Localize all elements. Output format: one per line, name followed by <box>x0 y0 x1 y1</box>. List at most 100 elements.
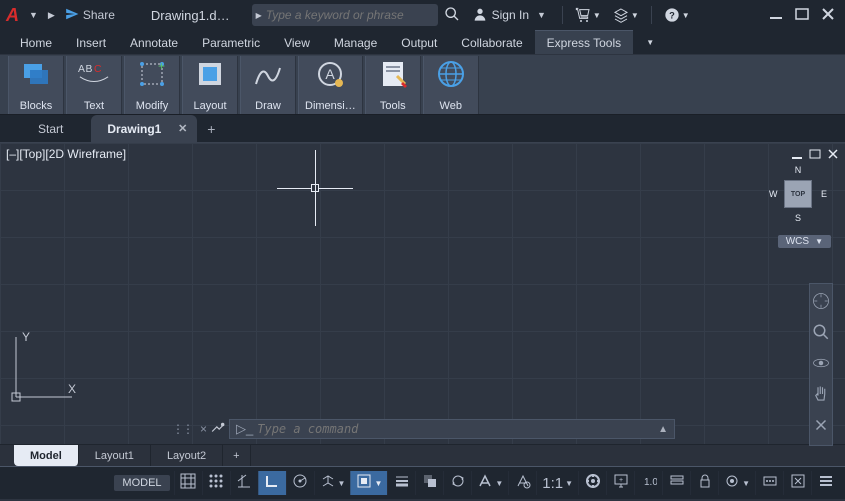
viewport-window-controls <box>791 147 839 163</box>
tab-annotate[interactable]: Annotate <box>118 30 190 54</box>
search-dropdown-icon[interactable]: ▶ <box>256 11 262 20</box>
tab-output[interactable]: Output <box>389 30 449 54</box>
tab-express-tools[interactable]: Express Tools <box>535 30 633 54</box>
cmdline-grip-icon[interactable]: ⋮⋮ <box>170 422 194 436</box>
app-logo[interactable]: A <box>4 5 25 26</box>
ribbon-panel-layout[interactable]: Layout <box>182 56 238 114</box>
zoom-icon[interactable] <box>812 323 830 344</box>
status-isolate-button[interactable]: ▼ <box>718 471 755 495</box>
layout-tab-model[interactable]: Model <box>14 445 79 466</box>
ribbon-panel-modify[interactable]: +Modify <box>124 56 180 114</box>
panel-label: Web <box>440 100 462 112</box>
qat-dropdown-icon[interactable]: ▼ <box>25 10 42 20</box>
share-button[interactable]: Share <box>59 5 121 26</box>
cmdline-history-icon[interactable]: ▲ <box>658 424 668 435</box>
ucs-icon[interactable]: Y X <box>10 331 78 406</box>
tab-collaborate[interactable]: Collaborate <box>449 30 534 54</box>
status-custom-button[interactable] <box>811 471 839 495</box>
layout-tab-layout1[interactable]: Layout1 <box>79 445 151 466</box>
ribbon-panel-draw[interactable]: Draw <box>240 56 296 114</box>
web-icon <box>435 58 467 90</box>
status-osnap-button[interactable]: ▼ <box>350 471 387 495</box>
tab-parametric[interactable]: Parametric <box>190 30 272 54</box>
tab-view[interactable]: View <box>272 30 322 54</box>
minimize-button[interactable] <box>763 7 789 24</box>
ribbon-panel-blocks[interactable]: Blocks <box>8 56 64 114</box>
featured-apps-tab[interactable]: ▼ <box>633 30 663 54</box>
status-annoscale-button[interactable] <box>508 471 536 495</box>
viewcube-west[interactable]: W <box>769 189 778 199</box>
status-workspace-button[interactable] <box>578 471 606 495</box>
add-layout-tab[interactable]: + <box>223 445 250 466</box>
status-ortho-button[interactable] <box>258 471 286 495</box>
hw-icon <box>762 473 778 493</box>
status-annomon-button[interactable]: + <box>606 471 634 495</box>
qat-arrow-icon[interactable]: ▶ <box>44 10 59 21</box>
vp-close-icon[interactable] <box>827 147 839 163</box>
svg-text:+: + <box>158 59 165 73</box>
status-cycle-button[interactable] <box>443 471 471 495</box>
pan-icon[interactable] <box>812 385 830 406</box>
orbit-icon[interactable] <box>812 354 830 375</box>
svg-text:A: A <box>326 66 336 82</box>
viewcube-east[interactable]: E <box>821 189 827 199</box>
status-model-button[interactable]: MODEL <box>114 475 169 491</box>
search-input[interactable] <box>266 8 434 22</box>
command-input[interactable] <box>257 422 668 436</box>
new-file-tab[interactable]: + <box>197 115 225 142</box>
search-box[interactable]: ▶ <box>252 4 438 26</box>
svg-text:B: B <box>86 64 93 75</box>
ribbon-panel-dimensi[interactable]: ADimensi… <box>298 56 363 114</box>
status-snap-button[interactable] <box>202 471 230 495</box>
status-lockui-button[interactable] <box>690 471 718 495</box>
tool-icon[interactable] <box>812 416 830 437</box>
status-grid-button[interactable] <box>174 471 202 495</box>
panel-label: Text <box>84 100 104 112</box>
status-iso-button[interactable]: ▼ <box>314 471 351 495</box>
anno-icon <box>477 473 493 493</box>
status-infer-button[interactable] <box>230 471 258 495</box>
viewcube-south[interactable]: S <box>795 213 801 223</box>
close-tab-icon[interactable]: ✕ <box>178 122 187 135</box>
cmdline-close-icon[interactable]: × <box>198 422 207 436</box>
tab-insert[interactable]: Insert <box>64 30 118 54</box>
wcs-badge[interactable]: WCS▼ <box>778 235 831 248</box>
status-clean-button[interactable] <box>783 471 811 495</box>
status-hw-button[interactable] <box>755 471 783 495</box>
ribbon-panel-text[interactable]: ABCText <box>66 56 122 114</box>
status-units-button[interactable]: 1.0 <box>634 471 662 495</box>
close-button[interactable] <box>815 7 841 24</box>
cycle-icon <box>450 473 466 493</box>
restore-button[interactable] <box>789 7 815 24</box>
tab-manage[interactable]: Manage <box>322 30 389 54</box>
vp-minimize-icon[interactable] <box>791 147 803 163</box>
viewport-controls-label[interactable]: [–][Top][2D Wireframe] <box>6 147 126 161</box>
viewcube-face[interactable]: TOP <box>784 180 812 208</box>
layout-tab-layout2[interactable]: Layout2 <box>151 445 223 466</box>
status-scale-button[interactable]: 1:1▼ <box>536 471 578 495</box>
status-polar-button[interactable] <box>286 471 314 495</box>
person-icon <box>472 6 488 25</box>
cart-button[interactable]: ▼ <box>569 7 607 23</box>
viewcube-north[interactable]: N <box>795 165 802 175</box>
file-tab-drawing1[interactable]: Drawing1✕ <box>91 115 197 142</box>
ribbon-panel-web[interactable]: Web <box>423 56 479 114</box>
status-lineweight-button[interactable] <box>387 471 415 495</box>
compass-icon[interactable] <box>812 292 830 313</box>
sign-in-button[interactable]: Sign In ▼ <box>466 6 556 25</box>
status-quickprop-button[interactable] <box>662 471 690 495</box>
command-input-wrap[interactable]: ▷_ ▲ <box>229 419 675 439</box>
ribbon-panel-tools[interactable]: Tools <box>365 56 421 114</box>
tab-home[interactable]: Home <box>8 30 64 54</box>
file-tab-start[interactable]: Start <box>22 115 91 142</box>
drawing-area[interactable]: [–][Top][2D Wireframe] Y X TOP N S E W W… <box>0 142 845 444</box>
status-anno-button[interactable]: ▼ <box>471 471 508 495</box>
vp-restore-icon[interactable] <box>809 147 821 163</box>
search-icon[interactable] <box>438 6 466 25</box>
view-cube[interactable]: TOP N S E W <box>769 165 827 223</box>
status-transparency-button[interactable] <box>415 471 443 495</box>
cmdline-customize-icon[interactable] <box>211 421 225 438</box>
help-button[interactable]: ? ▼ <box>658 7 696 23</box>
sign-in-dropdown-icon[interactable]: ▼ <box>533 10 550 20</box>
apps-button[interactable]: ▼ <box>607 7 645 23</box>
